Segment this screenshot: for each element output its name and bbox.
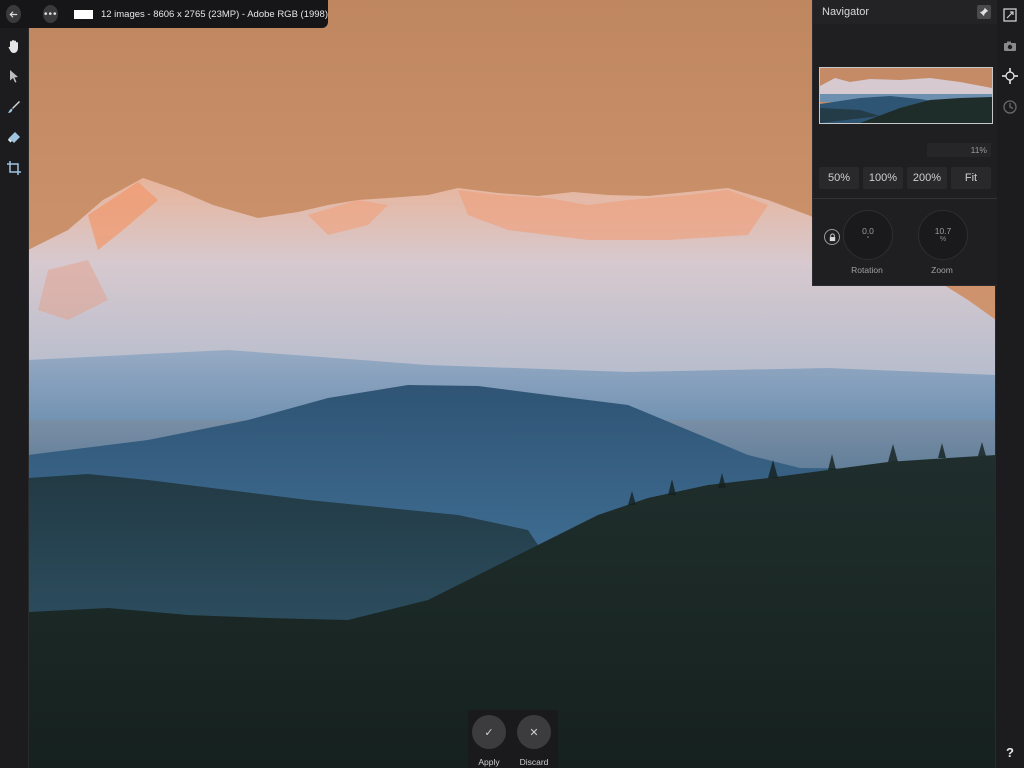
navigator-preview[interactable]: [819, 67, 993, 124]
discard-label: Discard: [519, 757, 549, 767]
zoom-50-button[interactable]: 50%: [819, 167, 859, 189]
lock-icon: [829, 232, 835, 241]
pointer-icon: [10, 70, 18, 83]
camera-icon: [1004, 41, 1016, 51]
navigator-icon: [1002, 68, 1018, 84]
crop-tool-button[interactable]: [4, 158, 24, 178]
crop-icon: [7, 161, 21, 175]
navigator-divider: [813, 198, 997, 199]
history-button[interactable]: [1000, 97, 1020, 117]
brush-tool-button[interactable]: [4, 97, 24, 117]
rotation-label: Rotation: [851, 265, 883, 275]
eraser-tool-button[interactable]: [4, 128, 24, 148]
document-info-bar: ••• 12 images - 8606 x 2765 (23MP) - Ado…: [0, 0, 328, 28]
zoom-100-button[interactable]: 100%: [863, 167, 903, 189]
document-thumbnail: [74, 9, 93, 19]
hand-tool-button[interactable]: [4, 36, 24, 56]
document-info-text: 12 images - 8606 x 2765 (23MP) - Adobe R…: [100, 8, 329, 20]
zoom-percentage: 11%: [927, 143, 991, 157]
zoom-unit: %: [939, 235, 947, 243]
discard-button[interactable]: ✕ Discard: [516, 715, 552, 767]
preview-thumbnail: [820, 68, 992, 123]
zoom-200-button[interactable]: 200%: [907, 167, 947, 189]
rotation-unit: °: [866, 235, 870, 243]
snapshot-button[interactable]: [1000, 36, 1020, 56]
apply-label: Apply: [478, 757, 500, 767]
move-tool-button[interactable]: [4, 66, 24, 86]
fullscreen-button[interactable]: [1000, 5, 1020, 25]
left-toolbar: [0, 0, 29, 768]
pin-icon: [979, 7, 989, 17]
zoom-value: 10.7: [934, 225, 952, 236]
zoom-fit-button[interactable]: Fit: [951, 167, 991, 189]
navigator-header: Navigator: [813, 0, 997, 24]
checkmark-icon: ✓: [472, 715, 506, 749]
help-button[interactable]: ?: [996, 745, 1024, 760]
eraser-icon: [8, 132, 20, 143]
right-toolbar: ?: [995, 0, 1024, 768]
back-button[interactable]: [6, 5, 22, 23]
navigator-panel: Navigator 11% 50% 100% 200% Fit 0.0 ° Ro…: [812, 0, 997, 286]
pin-panel-button[interactable]: [977, 5, 991, 19]
navigator-title: Navigator: [822, 6, 870, 18]
history-icon: [1003, 100, 1017, 114]
more-options-button[interactable]: •••: [43, 5, 59, 23]
brush-icon: [8, 101, 20, 113]
zoom-dial[interactable]: 10.7 %: [918, 210, 968, 260]
close-icon: ✕: [517, 715, 551, 749]
rotation-value: 0.0: [862, 225, 874, 236]
apply-button[interactable]: ✓ Apply: [471, 715, 507, 767]
zoom-preset-buttons: 50% 100% 200% Fit: [819, 167, 991, 189]
navigator-button[interactable]: [1000, 66, 1020, 86]
rotation-lock-button[interactable]: [824, 229, 840, 245]
zoom-label: Zoom: [931, 265, 953, 275]
hand-icon: [8, 40, 18, 53]
resize-icon: [1003, 8, 1017, 22]
arrow-left-icon: [9, 10, 18, 18]
apply-discard-bar: ✓ Apply ✕ Discard: [468, 710, 558, 768]
rotation-dial[interactable]: 0.0 °: [843, 210, 893, 260]
